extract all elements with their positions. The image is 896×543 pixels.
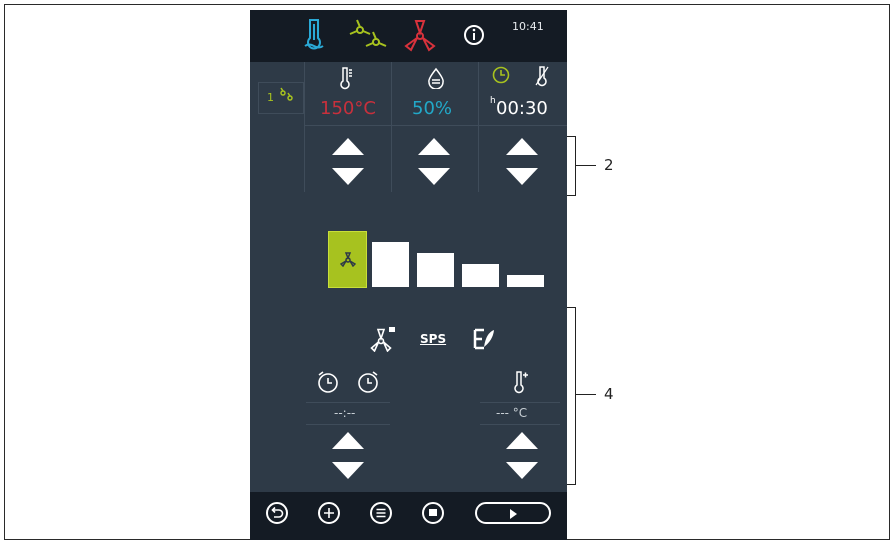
delay-time-value[interactable]: --:-- — [334, 406, 355, 420]
divider — [306, 424, 390, 425]
hot-air-icon[interactable] — [348, 18, 388, 52]
clock: 10:41 — [512, 20, 544, 33]
callout-label-arrows: 2 — [604, 156, 614, 174]
temperature-value[interactable]: 150°C — [320, 98, 376, 119]
humidity-value[interactable]: 50% — [412, 98, 452, 119]
plus-icon — [324, 508, 334, 518]
humidity-down-button[interactable] — [418, 168, 450, 185]
fan-level-auto-button[interactable] — [328, 231, 367, 288]
fan-level-1[interactable] — [372, 242, 409, 287]
fan-reduced-icon[interactable] — [370, 326, 396, 352]
delay-up-button[interactable] — [332, 432, 364, 449]
callout-line — [576, 394, 596, 396]
fan-icon — [340, 252, 356, 267]
steam-icon[interactable] — [302, 18, 326, 50]
delay-end-icon[interactable] — [356, 370, 380, 394]
humidity-icon — [428, 67, 444, 89]
temperature-up-button[interactable] — [332, 138, 364, 155]
core-temp-icon[interactable] — [512, 370, 530, 394]
menu-button[interactable] — [370, 502, 392, 524]
fan-level-2[interactable] — [417, 253, 454, 287]
time-down-button[interactable] — [506, 168, 538, 185]
fan-level-3[interactable] — [462, 264, 499, 287]
divider — [478, 62, 479, 192]
oven-display: 10:41 1 150°C 50% h 00:30 SPS --:-- --- … — [250, 10, 567, 540]
callout-bracket-arrows — [567, 136, 576, 196]
core-probe-icon[interactable] — [534, 65, 550, 87]
delay-down-button[interactable] — [332, 462, 364, 479]
callout-bracket-options — [567, 307, 576, 485]
delay-start-icon[interactable] — [316, 370, 340, 394]
divider — [480, 402, 560, 403]
callout-line — [576, 165, 596, 167]
thermometer-icon — [340, 67, 352, 90]
fan-level-4[interactable] — [507, 275, 544, 287]
core-temp-up-button[interactable] — [506, 432, 538, 449]
save-button[interactable] — [422, 502, 444, 524]
time-up-button[interactable] — [506, 138, 538, 155]
start-button[interactable] — [475, 502, 551, 524]
humidity-up-button[interactable] — [418, 138, 450, 155]
core-temp-value[interactable]: --- °C — [496, 406, 527, 420]
back-icon — [271, 506, 284, 518]
add-button[interactable] — [318, 502, 340, 524]
list-icon — [376, 508, 386, 518]
timer-icon[interactable] — [492, 66, 510, 84]
bottom-bar — [250, 492, 567, 540]
sps-button[interactable]: SPS — [420, 332, 446, 346]
divider — [305, 125, 567, 126]
info-icon[interactable] — [463, 24, 485, 46]
back-button[interactable] — [266, 502, 288, 524]
stage-number: 1 — [267, 91, 274, 104]
divider — [306, 402, 390, 403]
divider — [304, 62, 305, 192]
callout-label-options: 4 — [604, 385, 614, 403]
divider — [391, 62, 392, 192]
stage-indicator[interactable]: 1 — [258, 82, 304, 114]
time-value[interactable]: 00:30 — [496, 98, 548, 119]
combi-icon[interactable] — [404, 18, 436, 52]
hot-air-small-icon — [280, 87, 293, 101]
time-unit: h — [490, 96, 496, 106]
play-icon — [510, 509, 517, 519]
top-bar: 10:41 — [250, 10, 567, 62]
save-icon — [429, 509, 437, 516]
divider — [480, 424, 560, 425]
core-temp-down-button[interactable] — [506, 462, 538, 479]
temperature-down-button[interactable] — [332, 168, 364, 185]
eco-icon[interactable] — [472, 327, 496, 351]
